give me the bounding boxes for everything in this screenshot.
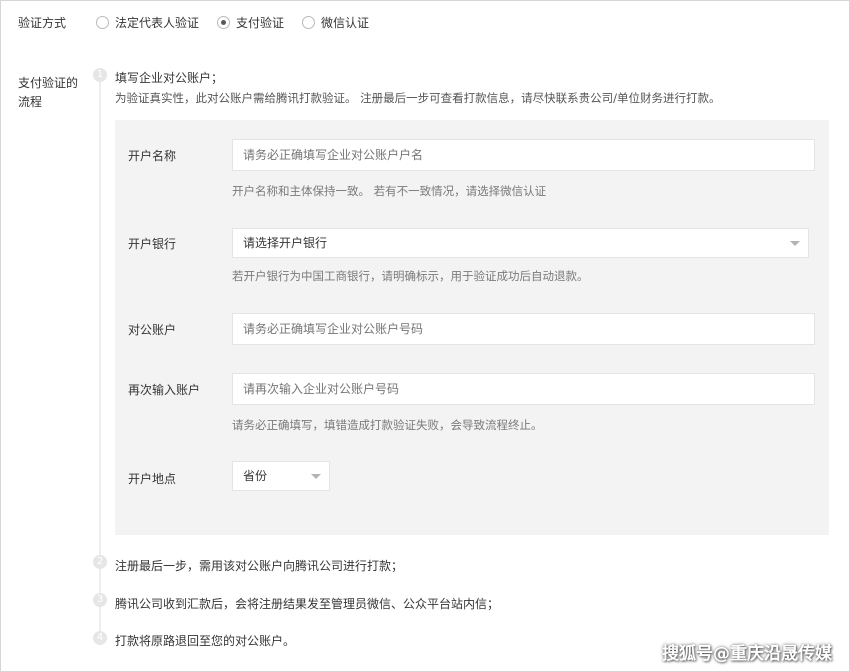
account-number-input[interactable] [232, 313, 815, 345]
verify-method-options: 法定代表人验证 支付验证 微信认证 [96, 13, 387, 31]
radio-label: 微信认证 [321, 15, 370, 30]
province-select[interactable]: 省份 [232, 461, 330, 491]
account-name-input[interactable] [232, 139, 815, 171]
step-number-2: 2 [93, 555, 107, 569]
account-confirm-hint: 请务必正确填写，填错造成打款验证失败，会导致流程终止。 [232, 418, 543, 432]
province-select-value: 省份 [243, 469, 268, 483]
radio-legal-rep[interactable]: 法定代表人验证 [96, 14, 199, 31]
account-name-hint: 开户名称和主体保持一致。 若有不一致情况，请选择微信认证 [232, 184, 547, 198]
flow-label-line1: 支付验证的 [18, 76, 79, 90]
radio-wechat[interactable]: 微信认证 [302, 14, 369, 31]
radio-label: 支付验证 [236, 15, 285, 30]
step-number-4: 4 [93, 631, 107, 645]
flow-label-line2: 流程 [18, 95, 43, 109]
step-2-text: 注册最后一步，需用该对公账户向腾讯公司进行打款； [115, 559, 404, 573]
chevron-down-icon [311, 474, 321, 479]
step-number-3: 3 [93, 593, 107, 607]
bank-label: 开户银行 [128, 237, 177, 251]
bank-hint: 若开户银行为中国工商银行，请明确标示，用于验证成功后自动退款。 [232, 269, 589, 283]
verify-method-label: 验证方式 [18, 16, 67, 30]
bank-select-value: 请选择开户银行 [243, 236, 328, 250]
step-4-text: 打款将原路退回至您的对公账户。 [115, 634, 296, 648]
account-confirm-input[interactable] [232, 373, 815, 405]
step-number-1: 1 [93, 68, 107, 82]
radio-circle-icon [302, 15, 316, 29]
step-1-description: 为验证真实性，此对公账户需给腾讯打款验证。 注册最后一步可查看打款信息，请尽快联… [115, 91, 721, 105]
watermark: 搜狐号@重庆沿晟传媒 [662, 644, 832, 664]
account-label: 对公账户 [128, 323, 177, 337]
radio-label: 法定代表人验证 [115, 15, 200, 30]
bank-select[interactable]: 请选择开户银行 [232, 228, 809, 258]
chevron-down-icon [790, 241, 800, 246]
timeline-line [99, 78, 101, 638]
radio-checked-icon [217, 15, 231, 29]
step-3-text: 腾讯公司收到汇款后，会将注册结果发至管理员微信、公众平台站内信； [115, 597, 500, 611]
account-name-label: 开户名称 [128, 149, 177, 163]
step-1-text: 填写企业对公账户； [115, 71, 224, 85]
location-label: 开户地点 [128, 472, 177, 486]
radio-payment[interactable]: 支付验证 [217, 14, 284, 31]
radio-circle-icon [96, 15, 109, 29]
account-confirm-label: 再次输入账户 [128, 383, 201, 397]
